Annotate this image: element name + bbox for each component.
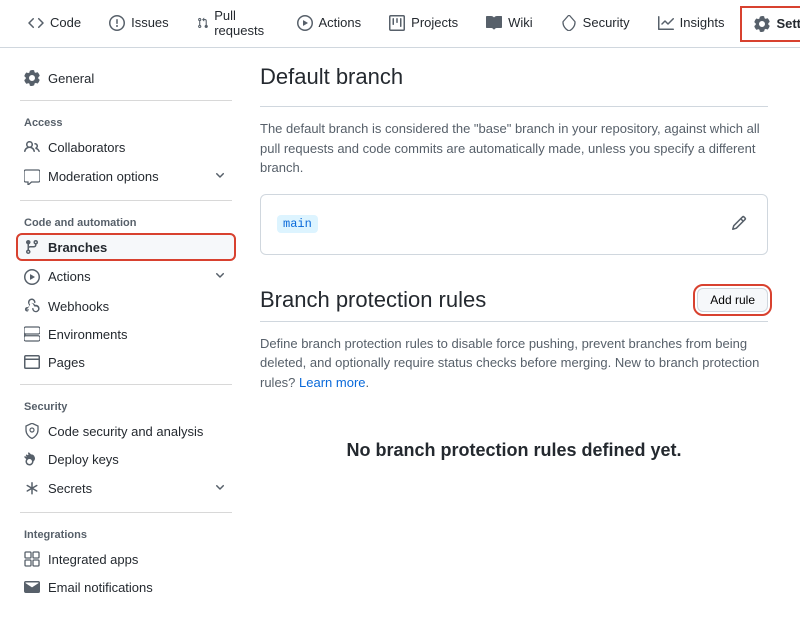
people-icon bbox=[24, 139, 40, 155]
protection-desc: Define branch protection rules to disabl… bbox=[260, 334, 768, 393]
topnav-pull-requests[interactable]: Pull requests bbox=[185, 0, 281, 48]
sidebar-heading: Code and automation bbox=[16, 209, 236, 233]
chevron-icon bbox=[212, 167, 228, 183]
topnav-actions[interactable]: Actions bbox=[285, 7, 374, 41]
shield-icon bbox=[561, 15, 577, 31]
browser-icon bbox=[24, 354, 40, 370]
sidebar-item-label: Code security and analysis bbox=[48, 424, 203, 439]
divider bbox=[260, 321, 768, 322]
graph-icon bbox=[658, 15, 674, 31]
sidebar-heading: Integrations bbox=[16, 521, 236, 545]
topnav-label: Settings bbox=[776, 16, 800, 31]
sidebar-item-label: Integrated apps bbox=[48, 552, 138, 567]
sidebar-item-label: Moderation options bbox=[48, 169, 159, 184]
default-branch-box: main bbox=[260, 194, 768, 255]
topnav-label: Issues bbox=[131, 15, 169, 30]
book-icon bbox=[486, 15, 502, 31]
topnav-settings[interactable]: Settings bbox=[740, 6, 800, 42]
protection-title: Branch protection rules bbox=[260, 287, 486, 313]
sidebar-item-pages[interactable]: Pages bbox=[16, 348, 236, 376]
chevron-down-icon bbox=[212, 167, 228, 186]
pr-icon bbox=[197, 15, 209, 31]
sidebar-item-integrated-apps[interactable]: Integrated apps bbox=[16, 545, 236, 573]
learn-more-link[interactable]: Learn more bbox=[299, 375, 365, 390]
topnav-label: Code bbox=[50, 15, 81, 30]
shield-search-icon bbox=[24, 423, 40, 439]
key-icon bbox=[24, 451, 40, 467]
sidebar-item-code-security-and-analysis[interactable]: Code security and analysis bbox=[16, 417, 236, 445]
sidebar-item-actions[interactable]: Actions bbox=[16, 261, 236, 292]
divider bbox=[20, 200, 232, 201]
chevron-down-icon bbox=[212, 267, 228, 286]
chevron-icon bbox=[212, 479, 228, 495]
topnav-label: Projects bbox=[411, 15, 458, 30]
project-icon bbox=[389, 15, 405, 31]
sidebar-item-moderation-options[interactable]: Moderation options bbox=[16, 161, 236, 192]
asterisk-icon bbox=[24, 481, 40, 497]
topnav-code[interactable]: Code bbox=[16, 7, 93, 41]
main-content: Default branch The default branch is con… bbox=[260, 64, 784, 601]
add-rule-button[interactable]: Add rule bbox=[697, 288, 768, 312]
sidebar-item-label: Pages bbox=[48, 355, 85, 370]
divider bbox=[20, 100, 232, 101]
topnav-wiki[interactable]: Wiki bbox=[474, 7, 545, 41]
sidebar-item-label: Branches bbox=[48, 240, 107, 255]
topnav-label: Actions bbox=[319, 15, 362, 30]
play-icon bbox=[24, 269, 40, 285]
sidebar-item-branches[interactable]: Branches bbox=[16, 233, 236, 261]
divider bbox=[260, 106, 768, 107]
topnav-label: Insights bbox=[680, 15, 725, 30]
issue-icon bbox=[109, 15, 125, 31]
branch-name-badge: main bbox=[277, 215, 318, 233]
sidebar-item-label: Deploy keys bbox=[48, 452, 119, 467]
topnav-insights[interactable]: Insights bbox=[646, 7, 737, 41]
edit-branch-button[interactable] bbox=[727, 211, 751, 238]
sidebar-item-environments[interactable]: Environments bbox=[16, 320, 236, 348]
sidebar-item-label: Secrets bbox=[48, 481, 92, 496]
sidebar-item-label: Environments bbox=[48, 327, 127, 342]
comment-icon bbox=[24, 169, 40, 185]
sidebar-item-label: Collaborators bbox=[48, 140, 125, 155]
topnav-label: Security bbox=[583, 15, 630, 30]
webhook-icon bbox=[24, 298, 40, 314]
play-icon bbox=[297, 15, 313, 31]
branch-icon bbox=[24, 239, 40, 255]
top-navigation: Code Issues Pull requests Actions Projects Wi… bbox=[0, 0, 800, 48]
topnav-projects[interactable]: Projects bbox=[377, 7, 470, 41]
sidebar-heading: Access bbox=[16, 109, 236, 133]
divider bbox=[20, 384, 232, 385]
pencil-icon bbox=[731, 215, 747, 231]
sidebar-item-label: General bbox=[48, 71, 94, 86]
sidebar-heading: Security bbox=[16, 393, 236, 417]
topnav-label: Wiki bbox=[508, 15, 533, 30]
apps-icon bbox=[24, 551, 40, 567]
sidebar-general[interactable]: General bbox=[16, 64, 236, 92]
sidebar-item-email-notifications[interactable]: Email notifications bbox=[16, 573, 236, 601]
topnav-security[interactable]: Security bbox=[549, 7, 642, 41]
sidebar-item-webhooks[interactable]: Webhooks bbox=[16, 292, 236, 320]
gear-icon bbox=[754, 16, 770, 32]
topnav-issues[interactable]: Issues bbox=[97, 7, 181, 41]
sidebar-item-secrets[interactable]: Secrets bbox=[16, 473, 236, 504]
sidebar-item-label: Webhooks bbox=[48, 299, 109, 314]
sidebar-item-deploy-keys[interactable]: Deploy keys bbox=[16, 445, 236, 473]
gear-icon bbox=[24, 70, 40, 86]
sidebar-item-label: Email notifications bbox=[48, 580, 153, 595]
divider bbox=[20, 512, 232, 513]
mail-icon bbox=[24, 579, 40, 595]
settings-sidebar: General Access Collaborators Moderation opt… bbox=[16, 64, 236, 601]
chevron-icon bbox=[212, 267, 228, 283]
code-icon bbox=[28, 15, 44, 31]
default-branch-desc: The default branch is considered the "ba… bbox=[260, 119, 768, 178]
default-branch-title: Default branch bbox=[260, 64, 768, 98]
server-icon bbox=[24, 326, 40, 342]
sidebar-item-collaborators[interactable]: Collaborators bbox=[16, 133, 236, 161]
protection-desc-suffix: . bbox=[366, 375, 370, 390]
sidebar-item-label: Actions bbox=[48, 269, 91, 284]
empty-state: No branch protection rules defined yet. bbox=[260, 408, 768, 493]
protection-header: Branch protection rules Add rule bbox=[260, 287, 768, 313]
topnav-label: Pull requests bbox=[214, 8, 268, 38]
chevron-down-icon bbox=[212, 479, 228, 498]
